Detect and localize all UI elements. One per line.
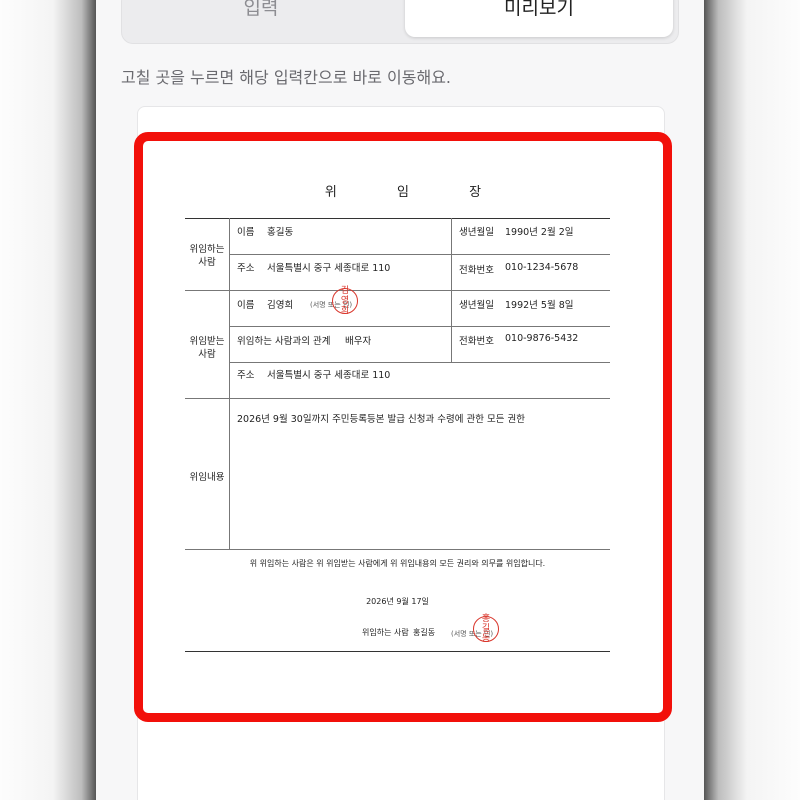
grantee-phone[interactable]: 010-9876-5432 <box>505 333 578 344</box>
content-text[interactable]: 2026년 9월 30일까지 주민등록등본 발급 신청과 수령에 관한 모든 권… <box>237 411 525 425</box>
column-divider <box>451 218 452 290</box>
row-divider <box>229 362 610 363</box>
signer-seal-stamp: 홍길동 <box>473 614 499 644</box>
grantee-label-line2: 사람 <box>198 349 216 360</box>
grantee-address[interactable]: 서울특별시 중구 세종대로 110 <box>267 367 390 381</box>
grantor-name-label: 이름 <box>237 227 255 238</box>
grantee-name[interactable]: 김영희 <box>267 297 293 311</box>
grantee-birth-label: 생년월일 <box>459 300 494 311</box>
tab-bar: 입력 미리보기 <box>121 0 679 44</box>
tab-input[interactable]: 입력 <box>122 0 400 39</box>
signer-label: 위임하는 사람 <box>362 628 409 637</box>
app-screen: 입력 미리보기 고칠 곳을 누르면 해당 입력칸으로 바로 이동해요. 위 임 … <box>96 0 704 800</box>
grantor-birth-label: 생년월일 <box>459 227 494 238</box>
grantee-relation-label: 위임하는 사람과의 관계 <box>237 336 331 347</box>
row-divider <box>185 398 610 399</box>
grantee-address-label: 주소 <box>237 370 255 381</box>
signer-name[interactable]: 홍길동 <box>413 627 435 638</box>
document-date[interactable]: 2026년 9월 17일 <box>185 596 610 607</box>
hint-text: 고칠 곳을 누르면 해당 입력칸으로 바로 이동해요. <box>121 68 452 87</box>
grantor-section-label[interactable]: 위임하는 사람 <box>185 243 229 269</box>
row-divider <box>185 549 610 550</box>
grantor-name[interactable]: 홍길동 <box>267 224 293 238</box>
grantor-phone[interactable]: 010-1234-5678 <box>505 262 578 273</box>
grantor-label-line2: 사람 <box>198 257 216 268</box>
grantor-phone-label: 전화번호 <box>459 265 494 276</box>
grantor-label-line1: 위임하는 <box>189 244 225 255</box>
grantor-birth[interactable]: 1990년 2월 2일 <box>505 224 574 238</box>
column-divider <box>229 218 230 549</box>
table-top-border <box>185 218 610 219</box>
row-divider <box>229 254 610 255</box>
grantee-phone-label: 전화번호 <box>459 336 494 347</box>
tab-preview[interactable]: 미리보기 <box>405 0 673 37</box>
grantee-name-label: 이름 <box>237 300 255 311</box>
document-highlight-frame[interactable]: 위 임 장 위임하는 사람 이름 홍길동 생년월일 1990년 2월 2일 주소 <box>134 132 672 722</box>
content-label[interactable]: 위임내용 <box>185 469 229 483</box>
document-title: 위 임 장 <box>324 185 510 200</box>
grantee-section-label[interactable]: 위임받는 사람 <box>185 335 229 361</box>
power-of-attorney-document[interactable]: 위 임 장 위임하는 사람 이름 홍길동 생년월일 1990년 2월 2일 주소 <box>143 141 663 713</box>
grantor-address[interactable]: 서울특별시 중구 세종대로 110 <box>267 260 390 274</box>
grantor-address-label: 주소 <box>237 263 255 274</box>
grantee-label-line1: 위임받는 <box>189 336 225 347</box>
column-divider <box>451 290 452 362</box>
background-right <box>704 0 800 800</box>
grantee-relation[interactable]: 배우자 <box>345 333 371 347</box>
table-bottom-border <box>185 651 610 652</box>
grantee-seal-stamp: 김영희 <box>332 286 358 316</box>
background-left <box>0 0 96 800</box>
delegation-statement: 위 위임하는 사람은 위 위임받는 사람에게 위 위임내용의 모든 권리와 의무… <box>249 559 546 568</box>
grantee-birth[interactable]: 1992년 5월 8일 <box>505 297 574 311</box>
row-divider <box>229 326 610 327</box>
row-divider <box>185 290 610 291</box>
